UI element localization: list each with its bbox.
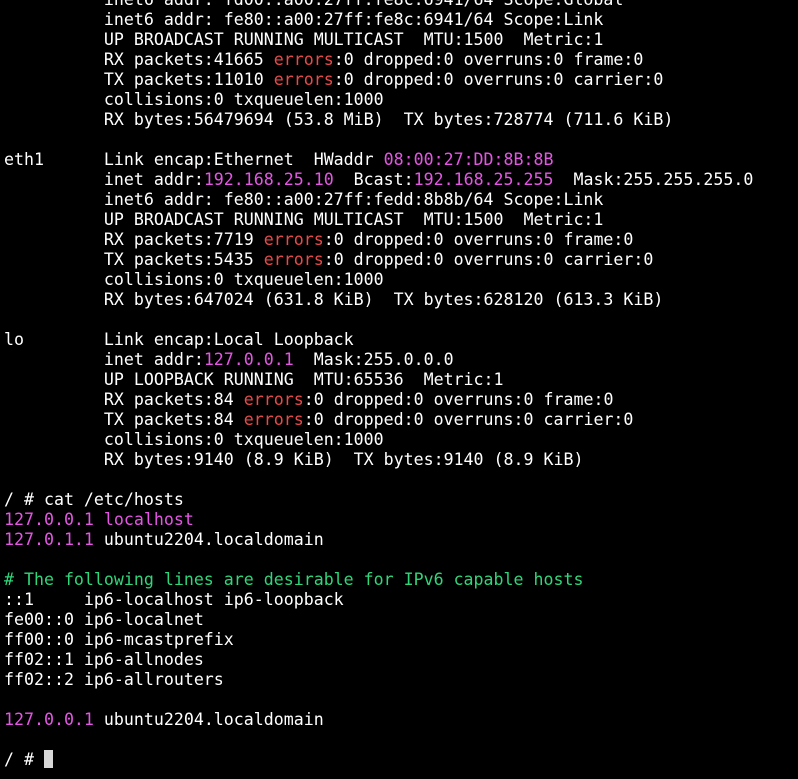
terminal-text-value: 127.0.1.1: [4, 530, 94, 549]
terminal-line: lo Link encap:Local Loopback: [4, 330, 798, 350]
terminal-line: # The following lines are desirable for …: [4, 570, 798, 590]
terminal-text-text: RX bytes:647024 (631.8 KiB) TX bytes:628…: [4, 290, 664, 309]
terminal-text-text: Bcast:: [333, 170, 414, 189]
terminal-line: inet6 addr: fd00::a00:27ff:fe8c:6941/64 …: [4, 0, 798, 10]
terminal-text-error: errors: [263, 250, 324, 269]
terminal-line: collisions:0 txqueuelen:1000: [4, 430, 798, 450]
terminal-line: collisions:0 txqueuelen:1000: [4, 90, 798, 110]
terminal-line: / # cat /etc/hosts: [4, 490, 798, 510]
terminal-text-text: inet6 addr: fd00::a00:27ff:fe8c:6941/64 …: [4, 0, 624, 9]
terminal-output: inet6 addr: fd00::a00:27ff:fe8c:6941/64 …: [4, 0, 798, 770]
terminal-text-text: collisions:0 txqueuelen:1000: [4, 430, 384, 449]
terminal-text-text: inet6 addr: fe80::a00:27ff:fe8c:6941/64 …: [4, 10, 604, 29]
terminal-text-text: inet addr:: [4, 170, 204, 189]
terminal-text-value: 08:00:27:DD:8B:8B: [383, 150, 554, 169]
command-prompt-line[interactable]: / #: [4, 750, 798, 770]
terminal-text-text: inet6 addr: fe80::a00:27ff:fedd:8b8b/64 …: [4, 190, 604, 209]
terminal-text-text: RX packets:41665: [4, 50, 274, 69]
terminal-text-text: ff02::1 ip6-allnodes: [4, 650, 204, 669]
terminal-text-comment: # The following lines are desirable for …: [4, 570, 584, 589]
terminal-text-error: errors: [243, 410, 304, 429]
terminal-line: RX bytes:9140 (8.9 KiB) TX bytes:9140 (8…: [4, 450, 798, 470]
terminal-line: fe00::0 ip6-localnet: [4, 610, 798, 630]
terminal-line: 127.0.0.1 ubuntu2204.localdomain: [4, 710, 798, 730]
shell-prompt: / #: [4, 750, 44, 769]
terminal-text-text: :0 dropped:0 overruns:0 carrier:0: [323, 250, 654, 269]
terminal-line: UP BROADCAST RUNNING MULTICAST MTU:1500 …: [4, 210, 798, 230]
terminal-text-text: / # cat /etc/hosts: [4, 490, 184, 509]
terminal-text-text: RX packets:7719: [4, 230, 264, 249]
terminal-text-text: eth1 Link encap:Ethernet HWaddr: [4, 150, 384, 169]
terminal-text-value: 127.0.0.1: [203, 350, 294, 369]
terminal-text-text: fe00::0 ip6-localnet: [4, 610, 204, 629]
terminal-text-text: UP BROADCAST RUNNING MULTICAST MTU:1500 …: [4, 210, 604, 229]
terminal-line: inet6 addr: fe80::a00:27ff:fe8c:6941/64 …: [4, 10, 798, 30]
terminal-line: ff02::1 ip6-allnodes: [4, 650, 798, 670]
terminal-line: 127.0.1.1 ubuntu2204.localdomain: [4, 530, 798, 550]
terminal-text-value: 127.0.0.1: [4, 710, 94, 729]
terminal-text-text: ubuntu2204.localdomain: [93, 530, 324, 549]
terminal-line: RX packets:7719 errors:0 dropped:0 overr…: [4, 230, 798, 250]
terminal-line: RX packets:41665 errors:0 dropped:0 over…: [4, 50, 798, 70]
terminal-line: TX packets:84 errors:0 dropped:0 overrun…: [4, 410, 798, 430]
terminal-text-text: [94, 510, 104, 529]
terminal-line: ff02::2 ip6-allrouters: [4, 670, 798, 690]
terminal-line: inet addr:127.0.0.1 Mask:255.0.0.0: [4, 350, 798, 370]
terminal-text-text: :0 dropped:0 overruns:0 frame:0: [333, 50, 644, 69]
terminal-line: eth1 Link encap:Ethernet HWaddr 08:00:27…: [4, 150, 798, 170]
terminal-line: UP LOOPBACK RUNNING MTU:65536 Metric:1: [4, 370, 798, 390]
terminal-text-value: 127.0.0.1: [4, 510, 94, 529]
terminal-line: RX bytes:56479694 (53.8 MiB) TX bytes:72…: [4, 110, 798, 130]
terminal-line: 127.0.0.1 localhost: [4, 510, 798, 530]
terminal-text-text: lo Link encap:Local Loopback: [4, 330, 354, 349]
terminal-text-text: collisions:0 txqueuelen:1000: [4, 270, 384, 289]
terminal-line: TX packets:5435 errors:0 dropped:0 overr…: [4, 250, 798, 270]
terminal-text-text: collisions:0 txqueuelen:1000: [4, 90, 384, 109]
terminal-text-text: RX bytes:56479694 (53.8 MiB) TX bytes:72…: [4, 110, 674, 129]
terminal-text-value: 192.168.25.255: [413, 170, 554, 189]
terminal-line: ff00::0 ip6-mcastprefix: [4, 630, 798, 650]
terminal-line: RX bytes:647024 (631.8 KiB) TX bytes:628…: [4, 290, 798, 310]
terminal-text-error: errors: [273, 50, 334, 69]
terminal-line: inet addr:192.168.25.10 Bcast:192.168.25…: [4, 170, 798, 190]
terminal-text-text: :0 dropped:0 overruns:0 carrier:0: [303, 410, 634, 429]
terminal-text-value: 192.168.25.10: [203, 170, 334, 189]
terminal-text-text: :0 dropped:0 overruns:0 frame:0: [323, 230, 634, 249]
terminal-text-value: localhost: [103, 510, 194, 529]
terminal-line: TX packets:11010 errors:0 dropped:0 over…: [4, 70, 798, 90]
terminal-text-text: ff02::2 ip6-allrouters: [4, 670, 224, 689]
terminal-text-text: RX packets:84: [4, 390, 244, 409]
terminal-text-error: errors: [273, 70, 334, 89]
terminal-text-text: TX packets:11010: [4, 70, 274, 89]
terminal-text-text: :0 dropped:0 overruns:0 carrier:0: [333, 70, 664, 89]
terminal-text-text: inet addr:: [4, 350, 204, 369]
terminal-line: RX packets:84 errors:0 dropped:0 overrun…: [4, 390, 798, 410]
terminal-text-text: Mask:255.255.255.0: [553, 170, 754, 189]
terminal-text-text: ::1 ip6-localhost ip6-loopback: [4, 590, 344, 609]
terminal-text-text: ubuntu2204.localdomain: [93, 710, 324, 729]
terminal-text-text: UP LOOPBACK RUNNING MTU:65536 Metric:1: [4, 370, 504, 389]
terminal-line: inet6 addr: fe80::a00:27ff:fedd:8b8b/64 …: [4, 190, 798, 210]
terminal-text-error: errors: [263, 230, 324, 249]
terminal-text-text: Mask:255.0.0.0: [293, 350, 454, 369]
terminal-text-error: errors: [243, 390, 304, 409]
terminal-text-text: TX packets:5435: [4, 250, 264, 269]
terminal-text-text: UP BROADCAST RUNNING MULTICAST MTU:1500 …: [4, 30, 604, 49]
terminal-text-text: TX packets:84: [4, 410, 244, 429]
terminal-line: ::1 ip6-localhost ip6-loopback: [4, 590, 798, 610]
terminal-text-text: :0 dropped:0 overruns:0 frame:0: [303, 390, 614, 409]
terminal-line: collisions:0 txqueuelen:1000: [4, 270, 798, 290]
terminal-line: UP BROADCAST RUNNING MULTICAST MTU:1500 …: [4, 30, 798, 50]
terminal-text-text: RX bytes:9140 (8.9 KiB) TX bytes:9140 (8…: [4, 450, 584, 469]
terminal-text-text: ff00::0 ip6-mcastprefix: [4, 630, 234, 649]
text-cursor[interactable]: [43, 750, 53, 768]
